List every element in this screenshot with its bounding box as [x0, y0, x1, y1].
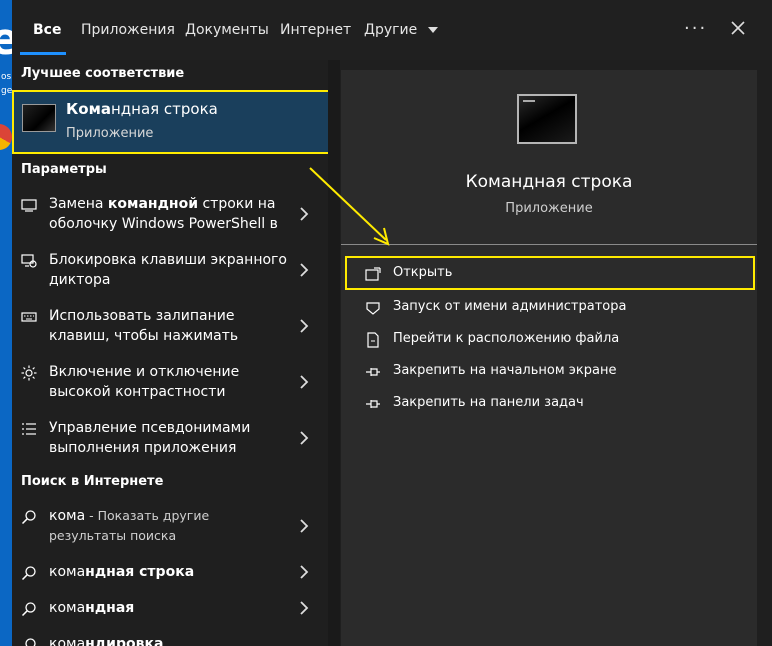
chevron-right-icon	[300, 263, 309, 277]
settings-item-label: Включение и отключение высокой контрастн…	[49, 364, 240, 400]
chrome-icon	[0, 124, 12, 150]
open-action-label: Открыть	[393, 265, 453, 280]
best-match-result[interactable]: Командная строка Приложение	[12, 90, 334, 154]
run-as-admin-label: Запуск от имени администратора	[393, 299, 627, 314]
open-window-icon	[365, 267, 381, 281]
settings-item[interactable]: Блокировка клавиши экранного диктора	[12, 250, 328, 294]
tab-all[interactable]: Все	[33, 22, 61, 38]
search-icon	[21, 510, 36, 525]
chevron-right-icon	[300, 431, 309, 445]
desktop-icon-text: os	[1, 72, 12, 82]
keyboard-icon	[21, 312, 37, 322]
close-icon[interactable]	[728, 18, 748, 38]
web-search-item[interactable]: командировка	[12, 634, 328, 646]
best-match-subtitle: Приложение	[66, 126, 154, 141]
pin-to-start-label: Закрепить на начальном экране	[393, 363, 617, 378]
web-search-label: командная	[49, 600, 135, 616]
web-search-item[interactable]: командная	[12, 598, 328, 622]
section-web-search: Поиск в Интернете	[21, 474, 164, 489]
cmd-app-icon	[22, 104, 56, 132]
detail-title: Командная строка	[465, 172, 633, 192]
tab-apps[interactable]: Приложения	[81, 22, 175, 38]
search-tabs-bar: Все Приложения Документы Интернет Другие…	[12, 0, 772, 60]
tab-more[interactable]: Другие	[364, 22, 438, 38]
more-options-icon[interactable]: ···	[684, 18, 707, 39]
run-as-admin-action[interactable]: Запуск от имени администратора	[341, 292, 757, 324]
caret-down-icon	[427, 27, 438, 33]
shield-icon	[366, 302, 380, 315]
pin-icon	[366, 368, 380, 376]
desktop-background: e os ge	[0, 0, 12, 646]
chevron-right-icon	[300, 601, 309, 615]
web-search-label: кома - Показать другие результаты поиска	[49, 508, 210, 543]
divider	[341, 244, 757, 245]
results-panel: Лучшее соответствие Командная строка При…	[12, 60, 334, 646]
edge-icon: e	[0, 18, 12, 62]
section-best-match: Лучшее соответствие	[21, 66, 185, 81]
search-window: Все Приложения Документы Интернет Другие…	[12, 0, 772, 646]
active-tab-indicator	[20, 52, 66, 55]
settings-item[interactable]: Использовать залипание клавиш, чтобы наж…	[12, 306, 328, 350]
web-search-label: командная строка	[49, 564, 195, 580]
best-match-title: Командная строка	[66, 100, 218, 118]
narrator-icon	[21, 254, 37, 268]
section-settings: Параметры	[21, 162, 107, 177]
desktop-icon-text: ge	[1, 86, 12, 96]
monitor-icon	[21, 199, 37, 212]
chevron-right-icon	[300, 519, 309, 533]
open-file-location-action[interactable]: Перейти к расположению файла	[341, 324, 757, 356]
pin-icon	[366, 400, 380, 408]
settings-item[interactable]: Включение и отключение высокой контрастн…	[12, 362, 328, 406]
search-icon	[25, 638, 36, 646]
open-action[interactable]: Открыть	[345, 256, 755, 290]
settings-item-label: Замена командной строки на оболочку Wind…	[49, 196, 278, 232]
detail-subtitle: Приложение	[505, 201, 593, 216]
file-location-icon	[367, 332, 379, 348]
open-file-location-label: Перейти к расположению файла	[393, 331, 620, 346]
pin-to-start-action[interactable]: Закрепить на начальном экране	[341, 356, 757, 388]
settings-item-label: Использовать залипание клавиш, чтобы наж…	[49, 308, 239, 344]
web-search-label: командировка	[49, 636, 164, 646]
results-scrollbar[interactable]	[328, 60, 340, 646]
list-icon	[22, 423, 36, 435]
chevron-right-icon	[300, 375, 309, 389]
web-search-item[interactable]: кома - Показать другие результаты поиска	[12, 506, 328, 550]
web-search-item[interactable]: командная строка	[12, 562, 328, 586]
chevron-right-icon	[300, 207, 309, 221]
settings-item-label: Блокировка клавиши экранного диктора	[49, 252, 287, 288]
settings-item-label: Управление псевдонимами выполнения прило…	[49, 420, 251, 456]
chevron-right-icon	[300, 319, 309, 333]
cmd-app-large-icon	[517, 94, 577, 144]
brightness-icon	[21, 365, 37, 381]
tab-internet[interactable]: Интернет	[280, 22, 351, 38]
pin-to-taskbar-label: Закрепить на панели задач	[393, 395, 584, 410]
pin-to-taskbar-action[interactable]: Закрепить на панели задач	[341, 388, 757, 420]
chevron-right-icon	[300, 565, 309, 579]
settings-item[interactable]: Замена командной строки на оболочку Wind…	[12, 194, 328, 238]
detail-panel: Командная строка Приложение Открыть Запу…	[341, 70, 757, 646]
search-icon	[21, 566, 36, 581]
search-icon	[21, 602, 36, 617]
tab-more-label: Другие	[364, 22, 418, 38]
settings-item[interactable]: Управление псевдонимами выполнения прило…	[12, 418, 328, 462]
tab-documents[interactable]: Документы	[185, 22, 269, 38]
